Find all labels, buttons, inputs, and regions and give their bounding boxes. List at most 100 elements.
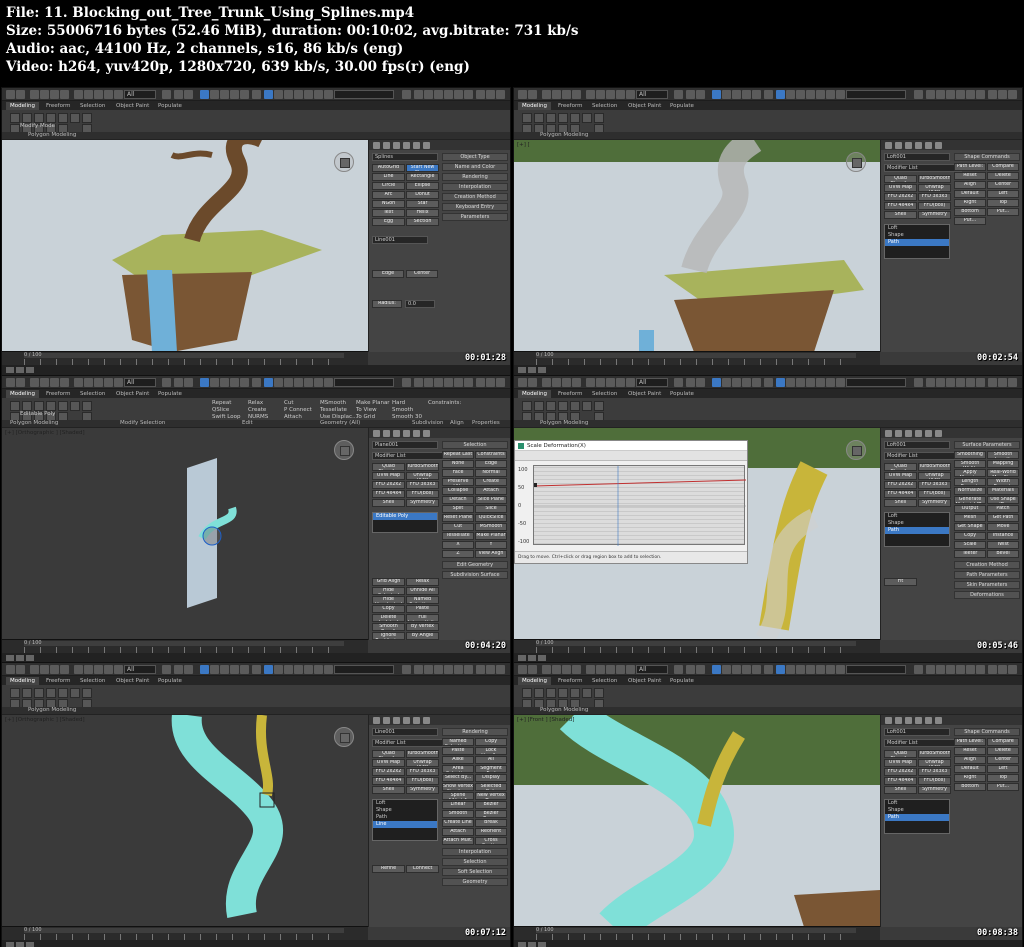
toolbar-tool-icon[interactable]: [562, 665, 571, 674]
panel-rollout[interactable]: Path Parameters: [954, 571, 1020, 579]
panel-tab-icon[interactable]: [915, 430, 922, 437]
panel-button[interactable]: TurboSmooth: [918, 750, 951, 758]
toolbar-tool-icon[interactable]: [60, 665, 69, 674]
panel-rollout[interactable]: Rendering: [442, 173, 508, 181]
toolbar-tool-icon[interactable]: [264, 90, 273, 99]
panel-rollout[interactable]: Name and Color: [442, 163, 508, 171]
rollout-control[interactable]: Center: [987, 181, 1019, 189]
panel-button[interactable]: Symmetry: [406, 786, 439, 794]
rollout-control[interactable]: Normalize: [954, 487, 986, 495]
ribbon-tool-button[interactable]: [522, 401, 532, 411]
rollout-control[interactable]: Tessellate: [442, 532, 474, 540]
toolbar-tool-icon[interactable]: [476, 378, 485, 387]
scale-deformation-dialog[interactable]: Scale Deformation(X) 100 50 0 -50 -100 Drag to…: [514, 440, 748, 564]
toolbar-tool-icon[interactable]: [998, 90, 1007, 99]
panel-button[interactable]: Text: [372, 209, 405, 217]
toolbar-tool-icon[interactable]: [674, 665, 683, 674]
panel-tab-icon[interactable]: [915, 142, 922, 149]
toolbar-tool-icon[interactable]: [444, 665, 453, 674]
time-slider[interactable]: 0 / 100: [24, 352, 344, 358]
ribbon-tab-freeform[interactable]: Freeform: [554, 390, 587, 398]
panel-rollout[interactable]: Geometry: [442, 878, 508, 886]
panel-button[interactable]: FFD 4x4x4: [884, 202, 917, 210]
toolbar-tool-icon[interactable]: [552, 665, 561, 674]
toolbar-tool-icon[interactable]: [776, 90, 785, 99]
rollout-control[interactable]: Copy: [475, 738, 507, 746]
rollout-control[interactable]: Create Line: [442, 819, 474, 827]
stack-item[interactable]: Loft: [885, 513, 949, 520]
toolbar-tool-icon[interactable]: [210, 90, 219, 99]
toolbar-tool-icon[interactable]: [84, 90, 93, 99]
toolbar-tool-icon[interactable]: [542, 90, 551, 99]
toolbar-tool-icon[interactable]: [454, 378, 463, 387]
panel-rollout[interactable]: Parameters: [442, 213, 508, 221]
toolbar-tool-icon[interactable]: [764, 665, 773, 674]
toolbar-tool-icon[interactable]: [464, 665, 473, 674]
toolbar-tool-icon[interactable]: [30, 665, 39, 674]
panel-tab-icon[interactable]: [413, 717, 420, 724]
toolbar-tool-icon[interactable]: [542, 665, 551, 674]
rollout-control[interactable]: Fit: [884, 578, 917, 586]
toolbar-tool-icon[interactable]: [414, 90, 423, 99]
toolbar-tool-icon[interactable]: [988, 90, 997, 99]
toolbar-tool-icon[interactable]: [606, 665, 615, 674]
rollout-control[interactable]: Break: [475, 819, 507, 827]
toolbar-tool-icon[interactable]: [184, 378, 193, 387]
ribbon-tool-button[interactable]: [534, 113, 544, 123]
viewport-label[interactable]: [+] [: [517, 142, 530, 148]
rollout-control[interactable]: Left: [987, 765, 1019, 773]
ribbon-tool-button[interactable]: [70, 688, 80, 698]
reference-coord-dropdown[interactable]: [334, 378, 394, 387]
ribbon-tab-object-paint[interactable]: Object Paint: [624, 390, 665, 398]
toolbar-tool-icon[interactable]: [712, 90, 721, 99]
panel-tab-icon[interactable]: [885, 717, 892, 724]
reference-coord-dropdown[interactable]: [334, 665, 394, 674]
toolbar-tool-icon[interactable]: [732, 378, 741, 387]
panel-button[interactable]: Section: [406, 218, 439, 226]
toolbar-tool-icon[interactable]: [424, 90, 433, 99]
ribbon-tool-button[interactable]: [582, 113, 592, 123]
toolbar-tool-icon[interactable]: [476, 665, 485, 674]
panel-tab-icon[interactable]: [925, 142, 932, 149]
toolbar-tool-icon[interactable]: [16, 378, 25, 387]
viewport[interactable]: [+] [: [514, 140, 880, 352]
panel-button[interactable]: Symmetry: [406, 499, 439, 507]
panel-button[interactable]: Quad Chamfer: [884, 463, 917, 471]
panel-button[interactable]: FFD(box): [406, 490, 439, 498]
viewport-label[interactable]: [+] [Orthographic ] [Shaded]: [5, 430, 85, 436]
radius-spinner[interactable]: 0.0: [405, 300, 435, 308]
toolbar-tool-icon[interactable]: [434, 378, 443, 387]
rollout-control[interactable]: Preserve UVs: [442, 478, 474, 486]
rollout-control[interactable]: Select By...: [442, 774, 474, 782]
rollout-control[interactable]: Output: [954, 505, 986, 513]
toolbar-tool-icon[interactable]: [230, 90, 239, 99]
rollout-control[interactable]: Refine: [372, 865, 405, 873]
modifier-stack[interactable]: Loft Shape Path Line: [372, 799, 438, 841]
time-slider[interactable]: 0 / 100: [24, 640, 344, 646]
object-name-field[interactable]: Line001: [372, 728, 438, 736]
rollout-control[interactable]: Lock Handles: [475, 747, 507, 755]
ribbon-tab-populate[interactable]: Populate: [666, 390, 698, 398]
viewport-label[interactable]: [+] [Front ] [Shaded]: [517, 717, 574, 723]
rollout-control[interactable]: Detach: [442, 496, 474, 504]
panel-button[interactable]: Rectangle: [406, 173, 439, 181]
toolbar-tool-icon[interactable]: [230, 665, 239, 674]
toolbar-tool-icon[interactable]: [486, 665, 495, 674]
ribbon-tool-button[interactable]: [570, 113, 580, 123]
toolbar-tool-icon[interactable]: [674, 378, 683, 387]
rollout-control[interactable]: Delete: [987, 172, 1019, 180]
rollout-control[interactable]: Ignore Backfacing: [372, 632, 405, 640]
panel-tab-icon[interactable]: [905, 142, 912, 149]
ribbon-command[interactable]: QSlice: [212, 407, 229, 413]
panel-button[interactable]: Shell: [884, 786, 917, 794]
panel-button[interactable]: Unwrap UVW: [918, 759, 951, 767]
panel-tab-icon[interactable]: [393, 717, 400, 724]
ribbon-tool-button[interactable]: [46, 401, 56, 411]
ribbon-tab-freeform[interactable]: Freeform: [554, 102, 587, 110]
rollout-control[interactable]: Split: [442, 505, 474, 513]
panel-rollout[interactable]: Shape Commands: [954, 728, 1020, 736]
time-slider[interactable]: 0 / 100: [536, 352, 856, 358]
ribbon-tab-modeling[interactable]: Modeling: [518, 677, 552, 685]
toolbar-tool-icon[interactable]: [304, 378, 313, 387]
toolbar-tool-icon[interactable]: [606, 90, 615, 99]
